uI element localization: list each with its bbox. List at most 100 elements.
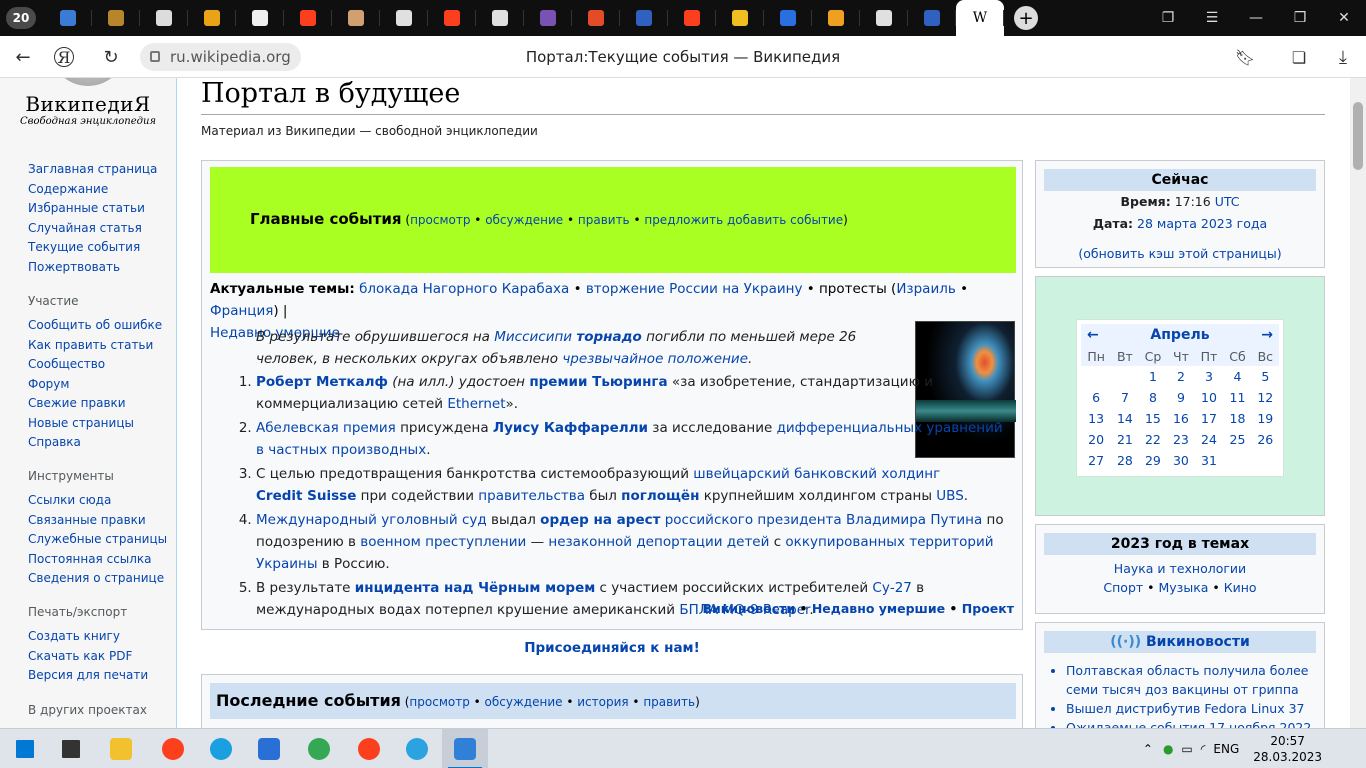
collections-icon[interactable]: ❏ — [1286, 44, 1312, 70]
browser-tab[interactable] — [332, 0, 380, 36]
browser-tab[interactable] — [380, 0, 428, 36]
browser-tab[interactable] — [668, 0, 716, 36]
tab-count-badge[interactable]: 20 — [6, 7, 36, 29]
news-link[interactable]: инцидента над Чёрным морем — [355, 580, 595, 596]
browser-tab[interactable] — [860, 0, 908, 36]
news-link[interactable]: Международный уголовный суд — [256, 512, 487, 528]
browser-tab[interactable] — [284, 0, 332, 36]
browser-tab[interactable] — [140, 0, 188, 36]
taskbar-app[interactable] — [296, 729, 342, 768]
music-link[interactable]: Музыка — [1159, 580, 1209, 595]
science-link[interactable]: Наука и технологии — [1114, 561, 1246, 576]
wikinews-item[interactable]: Полтавская область получила более семи т… — [1066, 661, 1314, 699]
calendar-day[interactable]: 5 — [1252, 366, 1279, 387]
calendar-day[interactable]: 6 — [1081, 387, 1111, 408]
browser-tab[interactable] — [428, 0, 476, 36]
taskbar-app[interactable] — [48, 729, 94, 768]
calendar-day[interactable]: 25 — [1223, 429, 1251, 450]
calendar-day[interactable]: 12 — [1252, 387, 1279, 408]
news-link[interactable]: Роберт Меткалф — [256, 374, 388, 390]
news-link[interactable]: правительства — [478, 488, 585, 504]
calendar-day[interactable]: 20 — [1081, 429, 1111, 450]
topic-link[interactable]: Франция — [210, 303, 273, 319]
history-link[interactable]: история — [577, 695, 628, 709]
browser-tab[interactable] — [764, 0, 812, 36]
sidebar-link[interactable]: Ссылки сюда — [28, 491, 167, 511]
calendar-day[interactable]: 26 — [1252, 429, 1279, 450]
calendar-day[interactable]: 4 — [1223, 366, 1251, 387]
sidebar-link[interactable]: Сообщество — [28, 355, 162, 375]
taskbar-app[interactable] — [346, 729, 392, 768]
sidebar-link[interactable]: Создать книгу — [28, 627, 148, 647]
news-link[interactable]: UBS — [936, 488, 963, 504]
sidebar-link[interactable]: Содержание — [28, 180, 157, 200]
calendar-day[interactable]: 14 — [1111, 408, 1138, 429]
browser-tab[interactable] — [908, 0, 956, 36]
sidebar-link[interactable]: Заглавная страница — [28, 160, 157, 180]
browser-tab[interactable] — [812, 0, 860, 36]
scrollbar-thumb[interactable] — [1353, 102, 1363, 170]
calendar-day[interactable] — [1252, 450, 1279, 471]
calendar-day[interactable]: 3 — [1195, 366, 1224, 387]
wikinews-item[interactable]: Ожидаемые события 17 ноября 2022 года — [1066, 718, 1314, 728]
browser-tab[interactable] — [44, 0, 92, 36]
calendar-day[interactable]: 24 — [1195, 429, 1224, 450]
utc-link[interactable]: UTC — [1215, 194, 1240, 209]
project-link[interactable]: Проект — [962, 601, 1014, 616]
refresh-cache-link[interactable]: (обновить кэш этой страницы) — [1078, 246, 1281, 261]
sidebar-link[interactable]: Новые страницы — [28, 414, 162, 434]
calendar-day[interactable]: 2 — [1167, 366, 1194, 387]
taskbar-app[interactable] — [2, 729, 48, 768]
calendar-day[interactable]: 17 — [1195, 408, 1224, 429]
calendar-day[interactable]: 10 — [1195, 387, 1224, 408]
view-link[interactable]: просмотр — [409, 695, 469, 709]
download-icon[interactable]: ⤓ — [1330, 44, 1356, 70]
browser-tab[interactable] — [92, 0, 140, 36]
prev-month-button[interactable]: ← — [1087, 327, 1099, 343]
news-link[interactable]: незаконной депортации детей — [548, 534, 769, 550]
calendar-day[interactable]: 15 — [1139, 408, 1168, 429]
news-link[interactable]: военном преступлении — [360, 534, 526, 550]
calendar-day[interactable]: 21 — [1111, 429, 1138, 450]
sidebar-link[interactable]: Сообщить об ошибке — [28, 316, 162, 336]
news-link[interactable]: Луису Каффарелли — [493, 420, 648, 436]
menu-icon[interactable]: ☰ — [1190, 0, 1234, 36]
news-link[interactable]: швейцарский банковский холдинг — [693, 466, 940, 482]
calendar-day[interactable] — [1081, 366, 1111, 387]
calendar-day[interactable]: 7 — [1111, 387, 1138, 408]
sport-link[interactable]: Спорт — [1103, 580, 1143, 595]
new-tab-button[interactable]: + — [1014, 6, 1038, 30]
wikinews-item[interactable]: Вышел дистрибутив Fedora Linux 37 — [1066, 699, 1314, 718]
news-link[interactable]: Су-27 — [872, 580, 911, 596]
tab-manager-icon[interactable]: ❐ — [1146, 0, 1190, 36]
calendar-day[interactable]: 27 — [1081, 450, 1111, 471]
sidebar-link[interactable]: Сведения о странице — [28, 569, 167, 589]
news-link[interactable]: Credit Suisse — [256, 488, 356, 504]
sidebar-link[interactable]: Как править статьи — [28, 336, 162, 356]
browser-tab[interactable] — [236, 0, 284, 36]
network-status-icon[interactable]: ● — [1163, 742, 1173, 756]
url-field[interactable]: ru.wikipedia.org — [140, 43, 301, 71]
sidebar-link[interactable]: Связанные правки — [28, 511, 167, 531]
news-link[interactable]: российского президента Владимира Путина — [660, 512, 983, 528]
calendar-day[interactable]: 16 — [1167, 408, 1194, 429]
calendar-day[interactable]: 23 — [1167, 429, 1194, 450]
restore-icon[interactable]: ❒ — [1278, 0, 1322, 36]
deceased-link[interactable]: Недавно умершие — [812, 601, 945, 616]
news-link[interactable]: премии Тьюринга — [529, 374, 667, 390]
browser-tab[interactable] — [188, 0, 236, 36]
calendar-day[interactable]: 31 — [1195, 450, 1224, 471]
edit-link[interactable]: править — [643, 695, 695, 709]
calendar-day[interactable]: 9 — [1167, 387, 1194, 408]
taskbar-app[interactable] — [198, 729, 244, 768]
close-icon[interactable]: ✕ — [1322, 0, 1366, 36]
sidebar-link[interactable]: Свежие правки — [28, 394, 162, 414]
news-link[interactable]: ордер на арест — [540, 512, 660, 528]
tray-chevron-icon[interactable]: ⌃ — [1143, 742, 1153, 756]
suggest-event-link[interactable]: предложить добавить событие — [644, 213, 843, 227]
emergency-link[interactable]: чрезвычайное положение — [562, 351, 748, 367]
taskbar-app[interactable] — [150, 729, 196, 768]
sidebar-link[interactable]: Текущие события — [28, 238, 157, 258]
date-link[interactable]: 28 марта 2023 года — [1137, 216, 1267, 231]
calendar-day[interactable]: 28 — [1111, 450, 1138, 471]
